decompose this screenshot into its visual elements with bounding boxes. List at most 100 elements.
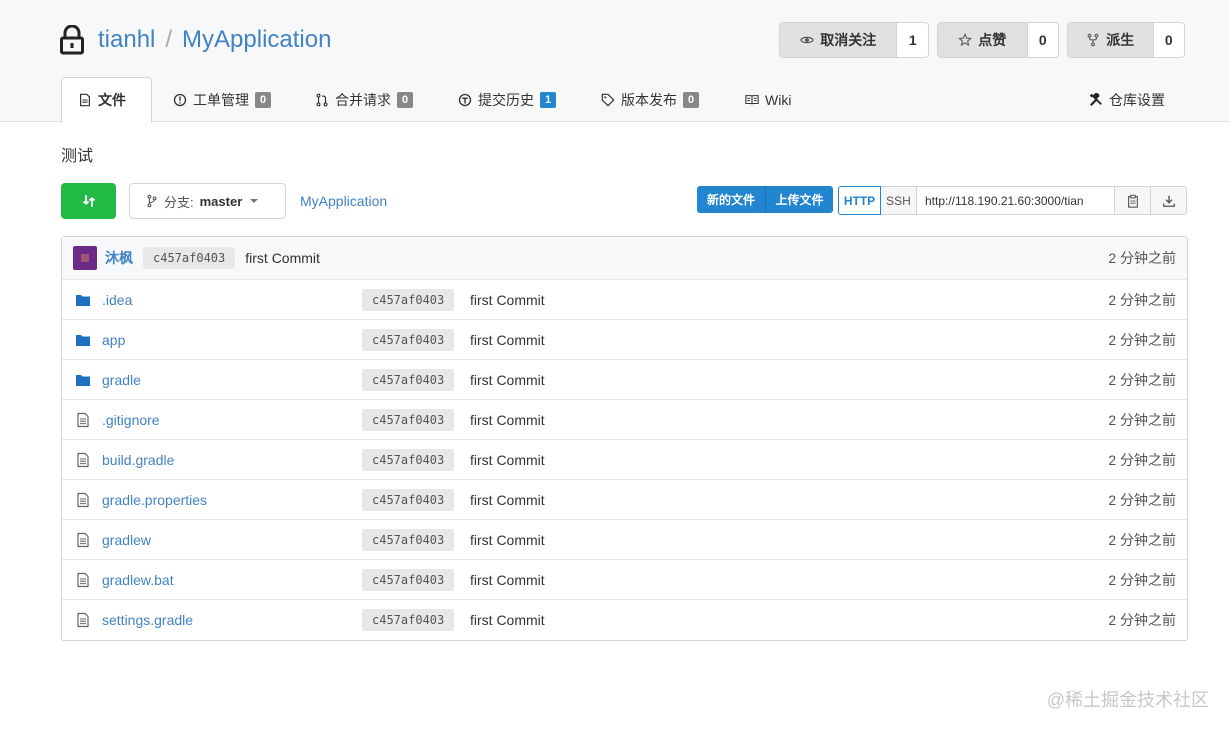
tab-wiki-label: Wiki: [765, 91, 792, 108]
releases-count-badge: 0: [683, 91, 699, 108]
file-name-link[interactable]: .gitignore: [102, 412, 160, 428]
unwatch-label: 取消关注: [820, 32, 877, 48]
file-text-icon: [77, 452, 89, 467]
pull-requests-count-badge: 0: [397, 91, 413, 108]
copy-url-button[interactable]: [1115, 186, 1151, 215]
file-commit-sha[interactable]: c457af0403: [362, 408, 455, 431]
file-commit-message: first Commit: [470, 491, 545, 508]
file-commit-time: 2 分钟之前: [1108, 451, 1176, 468]
commit-time: 2 分钟之前: [1108, 250, 1176, 266]
file-name-cell: .idea: [75, 292, 132, 308]
file-name-link[interactable]: settings.gradle: [102, 612, 193, 628]
issues-count-badge: 0: [255, 91, 271, 108]
file-commit-sha[interactable]: c457af0403: [362, 528, 455, 551]
table-row: settings.gradle c457af0403 first Commit 2 分…: [62, 600, 1187, 640]
download-button[interactable]: [1151, 186, 1187, 215]
upload-file-button[interactable]: 上传文件: [765, 186, 833, 213]
tab-pull-requests[interactable]: 合并请求 0: [315, 77, 413, 122]
file-name-link[interactable]: .idea: [102, 292, 132, 308]
tab-wiki[interactable]: Wiki: [745, 77, 791, 122]
clone-http-button[interactable]: HTTP: [838, 186, 881, 215]
star-icon: [958, 33, 973, 47]
file-commit-time: 2 分钟之前: [1108, 612, 1176, 628]
fork-button[interactable]: 派生: [1068, 23, 1153, 57]
tab-issues[interactable]: 工单管理 0: [173, 77, 271, 122]
file-commit-message: first Commit: [470, 451, 545, 468]
file-text-icon: [77, 532, 89, 547]
eye-icon: [800, 36, 815, 44]
tab-files[interactable]: 文件: [61, 77, 152, 123]
clone-ssh-button[interactable]: SSH: [881, 186, 917, 215]
file-commit-sha[interactable]: c457af0403: [362, 368, 455, 391]
file-name-link[interactable]: gradlew: [102, 532, 151, 548]
file-text-icon: [77, 492, 89, 507]
branch-selector[interactable]: 分支: master: [129, 183, 286, 219]
file-commit-sha[interactable]: c457af0403: [362, 328, 455, 351]
unwatch-button[interactable]: 取消关注: [780, 23, 897, 57]
avatar[interactable]: [73, 246, 97, 270]
branch-prefix: 分支:: [164, 194, 194, 210]
history-icon: [458, 93, 472, 106]
tab-releases[interactable]: 版本发布 0: [601, 77, 699, 122]
compare-button[interactable]: [61, 183, 116, 219]
book-icon: [745, 94, 759, 104]
file-commit-sha[interactable]: c457af0403: [362, 488, 455, 511]
tab-settings-label: 仓库设置: [1109, 91, 1165, 108]
new-file-button[interactable]: 新的文件: [697, 186, 765, 213]
file-name-link[interactable]: gradlew.bat: [102, 572, 174, 588]
table-row: build.gradle c457af0403 first Commit 2 分钟之前: [62, 440, 1187, 480]
commit-message: first Commit: [245, 250, 320, 266]
folder-icon: [76, 294, 90, 306]
path-breadcrumb[interactable]: MyApplication: [300, 193, 387, 209]
file-commit-sha[interactable]: c457af0403: [362, 448, 455, 471]
file-name-cell: .gitignore: [75, 412, 160, 428]
file-commit-message: first Commit: [470, 612, 545, 628]
file-text-icon: [77, 572, 89, 587]
file-name-link[interactable]: app: [102, 332, 125, 348]
table-row: gradle.properties c457af0403 first Commit 2…: [62, 480, 1187, 520]
file-commit-sha[interactable]: c457af0403: [362, 288, 455, 311]
file-commit-message: first Commit: [470, 411, 545, 428]
repo-name-link[interactable]: MyApplication: [182, 26, 331, 54]
chevron-down-icon: [250, 199, 259, 203]
fork-group: 派生 0: [1067, 22, 1185, 58]
tab-settings[interactable]: 仓库设置: [1089, 77, 1165, 122]
file-commit-sha[interactable]: c457af0403: [362, 609, 455, 631]
tab-history[interactable]: 提交历史 1: [458, 77, 556, 122]
file-commit-time: 2 分钟之前: [1108, 371, 1176, 388]
clone-url-input[interactable]: [917, 186, 1115, 215]
latest-commit-bar: 沐枫 c457af0403 first Commit 2 分钟之前: [62, 237, 1187, 280]
file-commit-message: first Commit: [470, 331, 545, 348]
star-button[interactable]: 点赞: [938, 23, 1027, 57]
file-name-link[interactable]: gradle: [102, 372, 141, 388]
file-name-cell: gradlew.bat: [75, 572, 174, 588]
file-commit-time: 2 分钟之前: [1108, 571, 1176, 588]
table-row: gradle c457af0403 first Commit 2 分钟之前: [62, 360, 1187, 400]
clone-panel: HTTP SSH: [838, 186, 1187, 215]
watch-count[interactable]: 1: [896, 23, 928, 57]
file-commit-time: 2 分钟之前: [1108, 411, 1176, 428]
tab-history-label: 提交历史: [478, 91, 534, 108]
file-commit-sha[interactable]: c457af0403: [362, 568, 455, 591]
repo-title: tianhl / MyApplication: [60, 22, 331, 58]
file-name-cell: gradle.properties: [75, 492, 207, 508]
commit-sha[interactable]: c457af0403: [143, 247, 236, 269]
fork-count[interactable]: 0: [1152, 23, 1184, 57]
watch-group: 取消关注 1: [779, 22, 929, 58]
repo-owner-link[interactable]: tianhl: [98, 26, 155, 54]
lock-icon: [60, 25, 84, 55]
fork-icon: [1087, 33, 1099, 47]
file-text-icon: [77, 612, 89, 628]
file-name-link[interactable]: build.gradle: [102, 452, 174, 468]
tab-pull-requests-label: 合并请求: [335, 91, 391, 108]
commit-author[interactable]: 沐枫: [105, 248, 133, 268]
watermark: @稀土掘金技术社区: [1046, 690, 1209, 710]
star-count[interactable]: 0: [1026, 23, 1058, 57]
tag-icon: [601, 93, 615, 107]
tab-files-label: 文件: [98, 92, 126, 108]
tab-releases-label: 版本发布: [621, 91, 677, 108]
file-name-link[interactable]: gradle.properties: [102, 492, 207, 508]
tools-icon: [1089, 92, 1102, 106]
file-commit-message: first Commit: [470, 571, 545, 588]
file-commit-time: 2 分钟之前: [1108, 291, 1176, 308]
